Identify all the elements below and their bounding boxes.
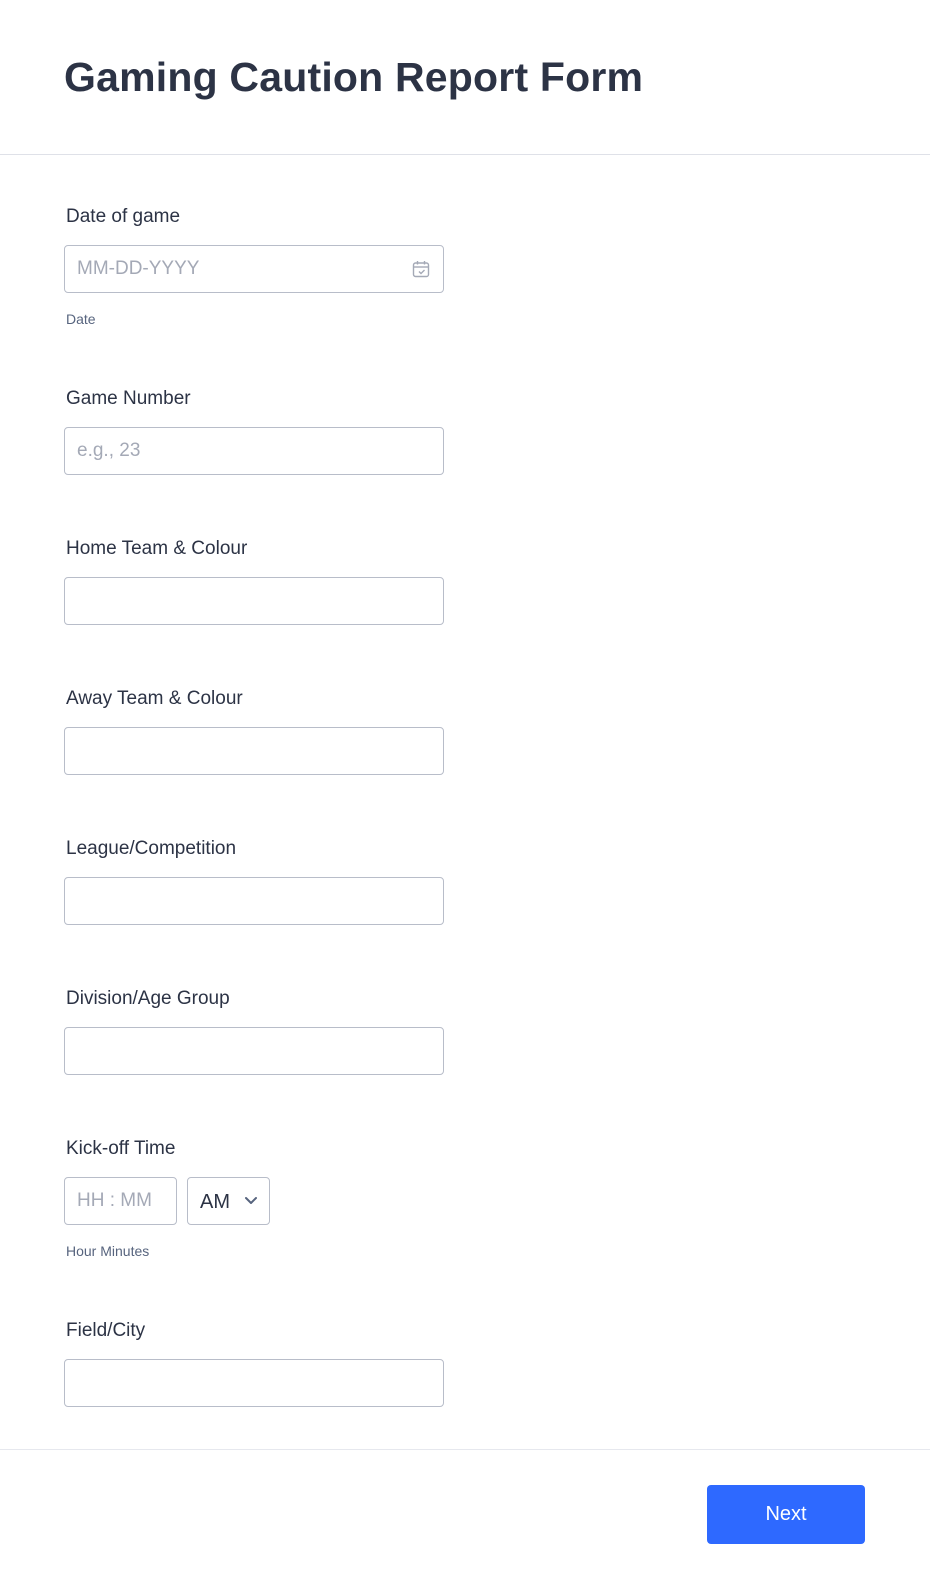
calendar-icon[interactable] — [412, 260, 430, 278]
ampm-selected-value: AM — [200, 1191, 230, 1213]
kickoff-time-input[interactable] — [64, 1177, 177, 1225]
league-label: League/Competition — [66, 838, 237, 859]
form-footer: Next — [0, 1449, 930, 1578]
kickoff-time-label: Kick-off Time — [66, 1138, 176, 1159]
page-title: Gaming Caution Report Form — [64, 54, 644, 100]
form-header: Gaming Caution Report Form — [0, 0, 930, 155]
kickoff-time-sublabel: Hour Minutes — [66, 1243, 150, 1259]
game-number-label: Game Number — [66, 388, 191, 409]
ampm-select[interactable]: AM — [187, 1177, 270, 1225]
away-team-input[interactable] — [64, 727, 444, 775]
division-input[interactable] — [64, 1027, 444, 1075]
form-page: Gaming Caution Report Form Date of game … — [0, 0, 930, 1578]
next-button[interactable]: Next — [707, 1485, 865, 1544]
date-sublabel: Date — [66, 311, 96, 327]
chevron-down-icon — [245, 1197, 257, 1204]
home-team-label: Home Team & Colour — [66, 538, 248, 559]
field-city-label: Field/City — [66, 1320, 146, 1341]
home-team-input[interactable] — [64, 577, 444, 625]
date-of-game-input[interactable] — [64, 245, 444, 293]
league-input[interactable] — [64, 877, 444, 925]
field-city-input[interactable] — [64, 1359, 444, 1407]
division-label: Division/Age Group — [66, 988, 230, 1009]
date-of-game-label: Date of game — [66, 206, 181, 227]
game-number-input[interactable] — [64, 427, 444, 475]
away-team-label: Away Team & Colour — [66, 688, 243, 709]
